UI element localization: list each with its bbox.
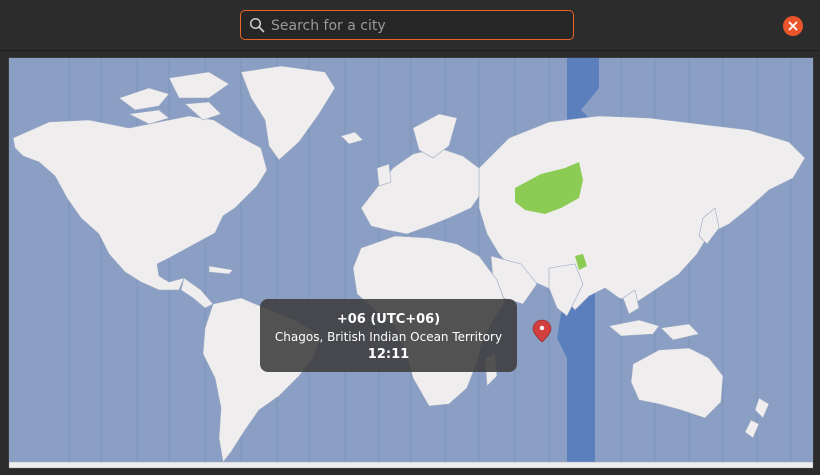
time-label: 12:11 [367, 347, 410, 362]
timezone-label: +06 (UTC+06) [336, 312, 441, 327]
city-search[interactable] [240, 10, 574, 41]
close-button[interactable] [783, 16, 803, 36]
header-bar [0, 0, 820, 51]
search-icon [249, 17, 265, 33]
close-icon [788, 21, 798, 31]
search-input[interactable] [269, 11, 569, 41]
timezone-map[interactable]: +06 (UTC+06) Chagos, British Indian Ocea… [8, 57, 814, 469]
world-map[interactable] [9, 58, 813, 468]
location-label: Chagos, British Indian Ocean Territory [274, 330, 503, 344]
timezone-tooltip: +06 (UTC+06) Chagos, British Indian Ocea… [260, 299, 517, 372]
